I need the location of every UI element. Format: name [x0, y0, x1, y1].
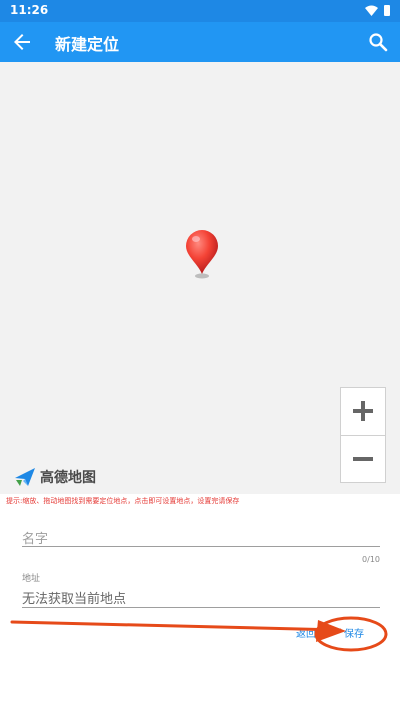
name-field[interactable]: 名字	[22, 525, 380, 547]
address-value: 无法获取当前地点	[22, 592, 127, 607]
wifi-icon	[365, 5, 378, 16]
map-provider-name: 高德地图	[40, 470, 96, 486]
status-time: 11:26	[10, 3, 49, 17]
name-placeholder: 名字	[22, 532, 49, 547]
location-marker-icon[interactable]	[182, 228, 222, 280]
page-title: 新建定位	[55, 35, 120, 54]
name-char-counter: 0/10	[362, 555, 380, 564]
map-view[interactable]: 高德地图	[0, 62, 400, 494]
amap-logo-icon	[15, 468, 35, 486]
zoom-out-icon	[353, 457, 373, 461]
map-provider-logo: 高德地图	[14, 465, 96, 489]
zoom-out-button[interactable]	[341, 436, 385, 482]
battery-icon	[384, 5, 390, 16]
back-arrow-icon[interactable]	[10, 30, 34, 54]
back-button[interactable]: 返回	[296, 625, 316, 640]
zoom-in-icon	[353, 401, 373, 421]
save-button[interactable]: 保存	[344, 625, 364, 640]
action-bar: 返回 保存	[0, 620, 400, 650]
status-bar: 11:26	[0, 0, 400, 22]
app-bar: 新建定位	[0, 22, 400, 62]
address-field[interactable]: 无法获取当前地点	[22, 584, 380, 608]
zoom-controls	[340, 387, 386, 483]
instruction-hint: 提示:缩放、拖动地图找到需要定位地点，点击即可设置地点，设置完请保存	[6, 497, 240, 505]
search-icon[interactable]	[366, 30, 390, 54]
address-label: 地址	[22, 574, 41, 584]
zoom-in-button[interactable]	[341, 388, 385, 434]
